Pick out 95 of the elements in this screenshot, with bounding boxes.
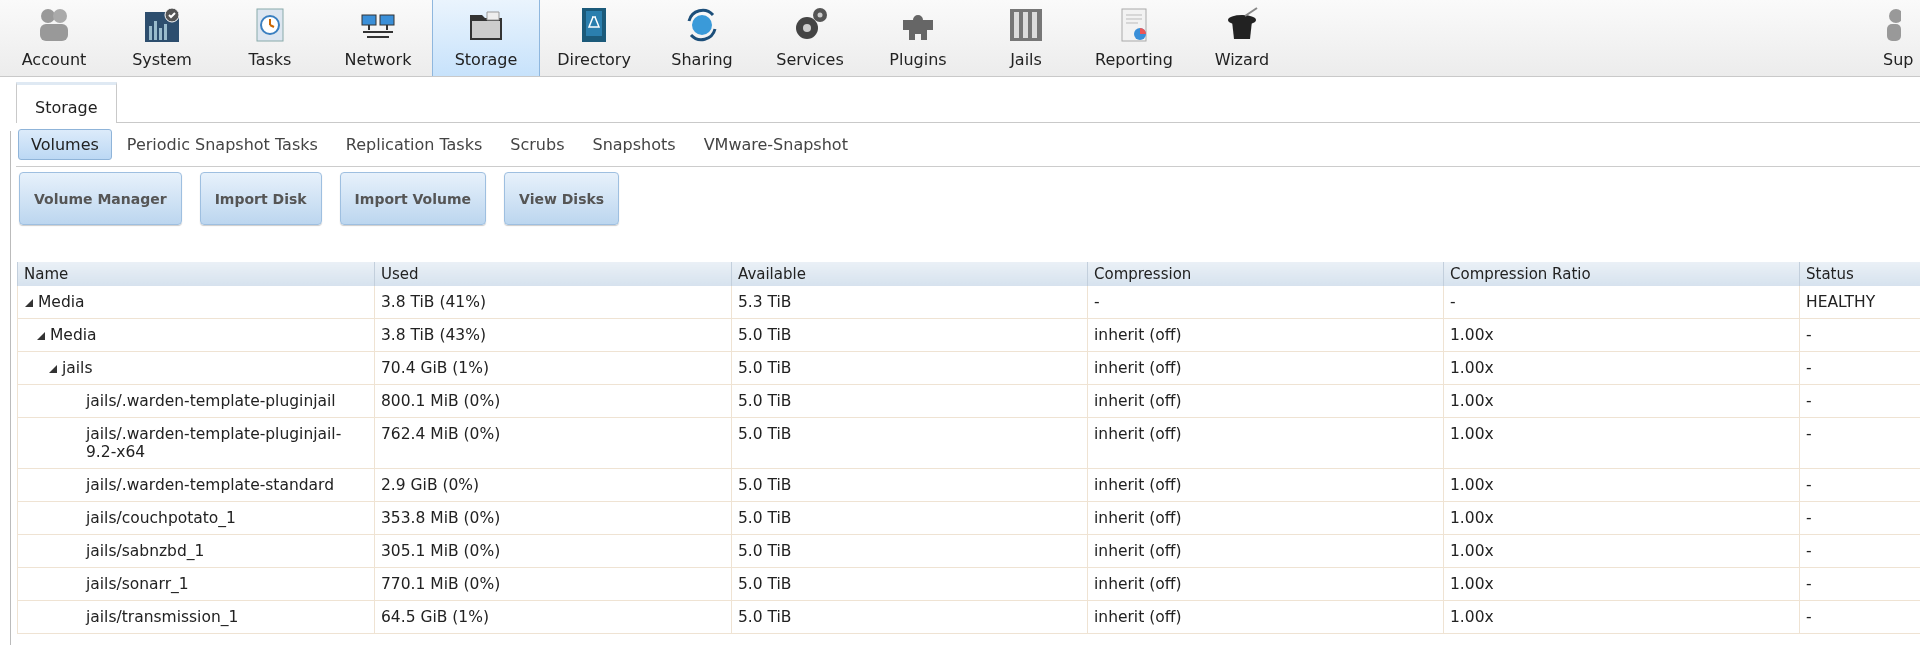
status-cell: - [1799, 318, 1920, 352]
ratio-cell: 1.00x [1443, 384, 1800, 418]
dataset-name: jails [62, 359, 94, 377]
available-cell: 5.0 TiB [731, 318, 1088, 352]
status-cell: - [1799, 534, 1920, 568]
available-cell: 5.3 TiB [731, 286, 1088, 319]
used-cell: 353.8 MiB (0%) [374, 501, 732, 535]
column-header: Compression [1087, 262, 1444, 286]
toolbar-button[interactable]: Services [756, 0, 864, 76]
dataset-name: jails/.warden-template-pluginjail [86, 392, 337, 410]
available-cell: 5.0 TiB [731, 384, 1088, 418]
available-cell: 5.0 TiB [731, 600, 1088, 634]
status-cell: - [1799, 600, 1920, 634]
ratio-cell: 1.00x [1443, 567, 1800, 601]
dataset-name: jails/couchpotato_1 [86, 509, 237, 527]
subtab[interactable]: Replication Tasks [332, 129, 496, 160]
compression-cell: inherit (off) [1087, 567, 1444, 601]
used-cell: 770.1 MiB (0%) [374, 567, 732, 601]
dataset-name: jails/sabnzbd_1 [86, 542, 206, 560]
available-cell: 5.0 TiB [731, 501, 1088, 535]
available-cell: 5.0 TiB [731, 534, 1088, 568]
available-cell: 5.0 TiB [731, 417, 1088, 469]
status-cell: HEALTHY [1799, 286, 1920, 319]
status-cell: - [1799, 417, 1920, 469]
compression-cell: inherit (off) [1087, 351, 1444, 385]
ratio-cell: 1.00x [1443, 600, 1800, 634]
used-cell: 3.8 TiB (41%) [374, 286, 732, 319]
ratio-cell: 1.00x [1443, 417, 1800, 469]
expander-icon[interactable] [36, 331, 45, 340]
available-cell: 5.0 TiB [731, 567, 1088, 601]
compression-cell: inherit (off) [1087, 417, 1444, 469]
used-cell: 3.8 TiB (43%) [374, 318, 732, 352]
dataset-name: jails/transmission_1 [86, 608, 240, 626]
toolbar-button[interactable]: Storage [432, 0, 540, 76]
toolbar-button[interactable]: Jails [972, 0, 1080, 76]
subtab[interactable]: Snapshots [579, 129, 689, 160]
ratio-cell: 1.00x [1443, 534, 1800, 568]
ratio-cell: 1.00x [1443, 351, 1800, 385]
used-cell: 64.5 GiB (1%) [374, 600, 732, 634]
used-cell: 762.4 MiB (0%) [374, 417, 732, 469]
action-button[interactable]: Volume Manager [19, 172, 182, 225]
dataset-name: jails/.warden-template-pluginjail-9.2-x64 [86, 425, 343, 461]
compression-cell: inherit (off) [1087, 501, 1444, 535]
compression-cell: inherit (off) [1087, 384, 1444, 418]
expander-icon[interactable] [24, 298, 33, 307]
available-cell: 5.0 TiB [731, 468, 1088, 502]
toolbar-button[interactable]: Directory [540, 0, 648, 76]
toolbar-button[interactable]: Wizard [1188, 0, 1296, 76]
subtab[interactable]: Scrubs [497, 129, 578, 160]
used-cell: 2.9 GiB (0%) [374, 468, 732, 502]
toolbar-button[interactable]: System [108, 0, 216, 76]
toolbar-button[interactable]: Account [0, 0, 108, 76]
compression-cell: - [1087, 286, 1444, 319]
ratio-cell: 1.00x [1443, 468, 1800, 502]
column-header: Used [374, 262, 732, 286]
subtab[interactable]: VMware-Snapshot [690, 129, 861, 160]
ratio-cell: 1.00x [1443, 318, 1800, 352]
dataset-name: Media [50, 326, 98, 344]
compression-cell: inherit (off) [1087, 468, 1444, 502]
toolbar-button[interactable]: Plugins [864, 0, 972, 76]
used-cell: 800.1 MiB (0%) [374, 384, 732, 418]
column-header: Compression Ratio [1443, 262, 1800, 286]
tab[interactable]: Storage [16, 82, 117, 123]
expander-icon[interactable] [48, 364, 57, 373]
action-button[interactable]: Import Disk [199, 172, 322, 225]
action-button[interactable]: View Disks [504, 172, 620, 225]
compression-cell: inherit (off) [1087, 534, 1444, 568]
used-cell: 70.4 GiB (1%) [374, 351, 732, 385]
toolbar-button[interactable]: Reporting [1080, 0, 1188, 76]
status-cell: - [1799, 468, 1920, 502]
subtab[interactable]: Periodic Snapshot Tasks [113, 129, 331, 160]
chart-monitor-icon [143, 6, 181, 44]
toolbar-button[interactable]: Sharing [648, 0, 756, 76]
status-cell: - [1799, 384, 1920, 418]
status-cell: - [1799, 501, 1920, 535]
available-cell: 5.0 TiB [731, 351, 1088, 385]
dataset-name: jails/sonarr_1 [86, 575, 190, 593]
toolbar-button[interactable]: Tasks [216, 0, 324, 76]
bars-icon [1007, 6, 1045, 44]
column-header: Name [17, 262, 375, 286]
toolbar-button[interactable]: Network [324, 0, 432, 76]
column-header: Status [1799, 262, 1920, 286]
dataset-name: Media [38, 293, 86, 311]
used-cell: 305.1 MiB (0%) [374, 534, 732, 568]
toolbar-button[interactable]: Sup [1880, 0, 1920, 76]
status-cell: - [1799, 351, 1920, 385]
column-header: Available [731, 262, 1088, 286]
ratio-cell: 1.00x [1443, 501, 1800, 535]
status-cell: - [1799, 567, 1920, 601]
dataset-name: jails/.warden-template-standard [86, 476, 336, 494]
action-button[interactable]: Import Volume [339, 172, 487, 225]
subtab[interactable]: Volumes [18, 129, 112, 160]
compression-cell: inherit (off) [1087, 318, 1444, 352]
compression-cell: inherit (off) [1087, 600, 1444, 634]
ratio-cell: - [1443, 286, 1800, 319]
